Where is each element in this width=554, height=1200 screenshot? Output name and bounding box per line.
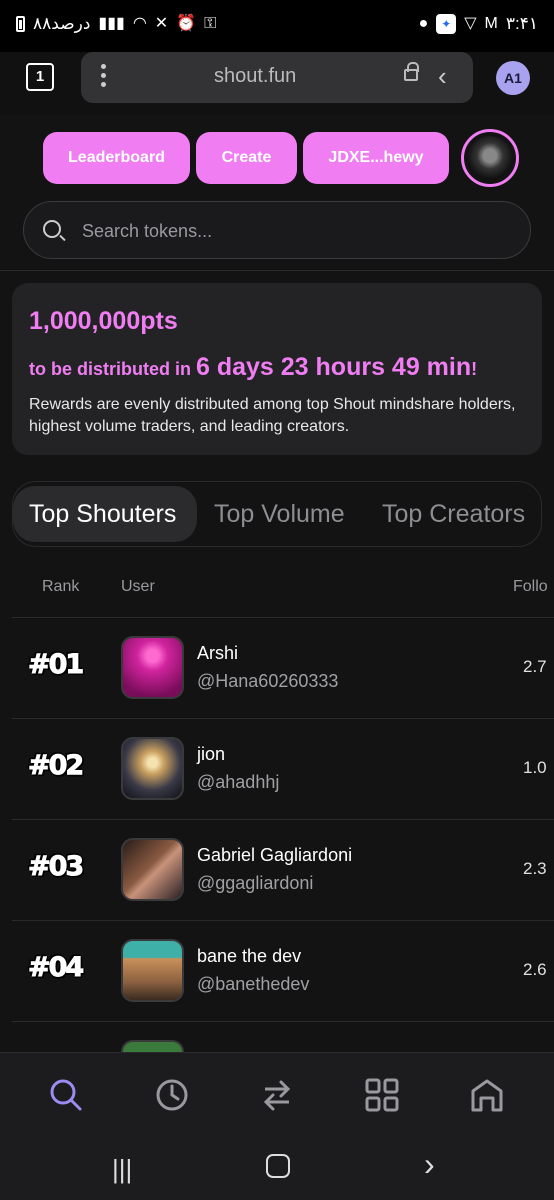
address-bar[interactable]: shout.fun ‹ xyxy=(81,52,473,103)
user-handle: @ggagliardoni xyxy=(197,873,314,893)
dot-icon: ● xyxy=(418,15,429,32)
search-icon xyxy=(43,220,61,238)
fox-icon: ▽ xyxy=(464,15,477,32)
mail-icon: M xyxy=(484,15,498,32)
home-icon[interactable] xyxy=(469,1077,505,1113)
profile-avatar-button[interactable] xyxy=(461,129,519,187)
user-followers: 2.6 xyxy=(523,960,547,979)
user-handle: @Hana60260333 xyxy=(197,671,339,691)
status-right: ● ✦ ▽ M ۳:۴۱ xyxy=(419,14,538,34)
tab-top-shouters[interactable]: Top Shouters xyxy=(13,486,197,542)
table-row[interactable]: #01 Arshi @Hana60260333 2.7 xyxy=(12,617,554,718)
countdown-prefix: to be distributed in xyxy=(29,359,196,379)
user-name: bane the dev xyxy=(197,946,302,966)
leaderboard-button[interactable]: Leaderboard xyxy=(43,132,190,184)
signal-icon: ▮▮▮ xyxy=(98,15,125,32)
home-button-icon[interactable] xyxy=(266,1154,290,1178)
mute-icon: ✕ xyxy=(154,15,169,32)
table-row[interactable] xyxy=(12,1021,554,1052)
user-followers: 2.3 xyxy=(523,859,547,878)
user-followers: 2.7 xyxy=(523,657,547,676)
search-input[interactable] xyxy=(82,217,502,245)
countdown-value: 6 days 23 hours 49 min xyxy=(196,353,472,381)
rank-label: #04 xyxy=(27,952,84,984)
rewards-description: Rewards are evenly distributed among top… xyxy=(29,396,516,435)
browser-profile-avatar[interactable]: A1 xyxy=(496,61,530,95)
lock-icon xyxy=(404,62,419,81)
key-icon: ⚿ xyxy=(204,15,217,32)
user-name: jion xyxy=(197,744,226,764)
user-avatar xyxy=(121,939,184,1002)
rank-label: #02 xyxy=(27,750,84,782)
tab-top-volume[interactable]: Top Volume xyxy=(214,486,345,542)
table-header: Rank User Follo xyxy=(0,578,554,600)
column-rank: Rank xyxy=(42,578,80,595)
rewards-card: 1,000,000pts to be distributed in 6 days… xyxy=(12,283,542,455)
browser-bar: 1 shout.fun ‹ A1 xyxy=(0,52,554,114)
grid-icon[interactable] xyxy=(364,1077,400,1113)
menu-dots-icon[interactable] xyxy=(101,64,107,87)
chevron-left-icon[interactable]: ‹ xyxy=(438,61,447,92)
status-left: ۸۸درصد ▮▮▮ ◠ ✕ ⏰ ⚿ xyxy=(16,14,216,34)
wallet-button[interactable]: JDXE...hewy xyxy=(303,132,449,184)
user-handle: @banethedev xyxy=(197,974,310,994)
swap-icon[interactable] xyxy=(259,1077,295,1113)
tab-top-creators[interactable]: Top Creators xyxy=(382,486,525,542)
user-name: Arshi xyxy=(197,643,239,663)
tab-switcher-button[interactable]: 1 xyxy=(26,63,54,91)
user-name: Gabriel Gagliardoni xyxy=(197,845,353,865)
system-nav-bar: ||| › xyxy=(0,1140,554,1200)
divider xyxy=(0,270,554,271)
user-handle: @ahadhhj xyxy=(197,772,280,792)
table-row[interactable]: #02 jion @ahadhhj 1.0 xyxy=(12,718,554,819)
user-followers: 1.0 xyxy=(523,758,547,777)
clock: ۳:۴۱ xyxy=(505,14,538,33)
table-row[interactable]: #03 Gabriel Gagliardoni @ggagliardoni 2.… xyxy=(12,819,554,920)
rewards-points: 1,000,000pts xyxy=(29,307,178,335)
url-text: shout.fun xyxy=(214,65,297,87)
user-avatar xyxy=(121,838,184,901)
battery-icon xyxy=(16,16,25,32)
status-bar: ۸۸درصد ▮▮▮ ◠ ✕ ⏰ ⚿ ● ✦ ▽ M ۳:۴۱ xyxy=(0,0,554,52)
countdown-suffix: ! xyxy=(471,359,478,379)
bottom-nav xyxy=(0,1052,554,1140)
user-avatar xyxy=(121,737,184,800)
rank-label: #01 xyxy=(27,649,84,681)
rewards-countdown-line: to be distributed in 6 days 23 hours 49 … xyxy=(29,353,477,382)
battery-percent: ۸۸درصد xyxy=(33,14,91,33)
column-followers: Follo xyxy=(513,578,548,595)
column-user: User xyxy=(121,578,155,595)
profile-avatar-image xyxy=(468,136,512,180)
recent-apps-icon[interactable]: ||| xyxy=(112,1154,132,1185)
user-avatar xyxy=(121,636,184,699)
history-icon[interactable] xyxy=(154,1077,190,1113)
create-button[interactable]: Create xyxy=(196,132,297,184)
leaderboard-tabs: Top Shouters Top Volume Top Creators xyxy=(12,481,542,547)
table-row[interactable]: #04 bane the dev @banethedev 2.6 xyxy=(12,920,554,1021)
back-icon[interactable]: › xyxy=(424,1146,435,1183)
app-notification-icon: ✦ xyxy=(436,14,457,34)
rank-label: #03 xyxy=(27,851,84,883)
user-avatar xyxy=(121,1040,184,1052)
search-bar[interactable] xyxy=(23,201,531,259)
search-icon[interactable] xyxy=(48,1077,84,1113)
wifi-icon: ◠ xyxy=(132,15,147,32)
alarm-icon: ⏰ xyxy=(176,15,197,32)
top-actions: Leaderboard Create JDXE...hewy xyxy=(43,129,519,187)
